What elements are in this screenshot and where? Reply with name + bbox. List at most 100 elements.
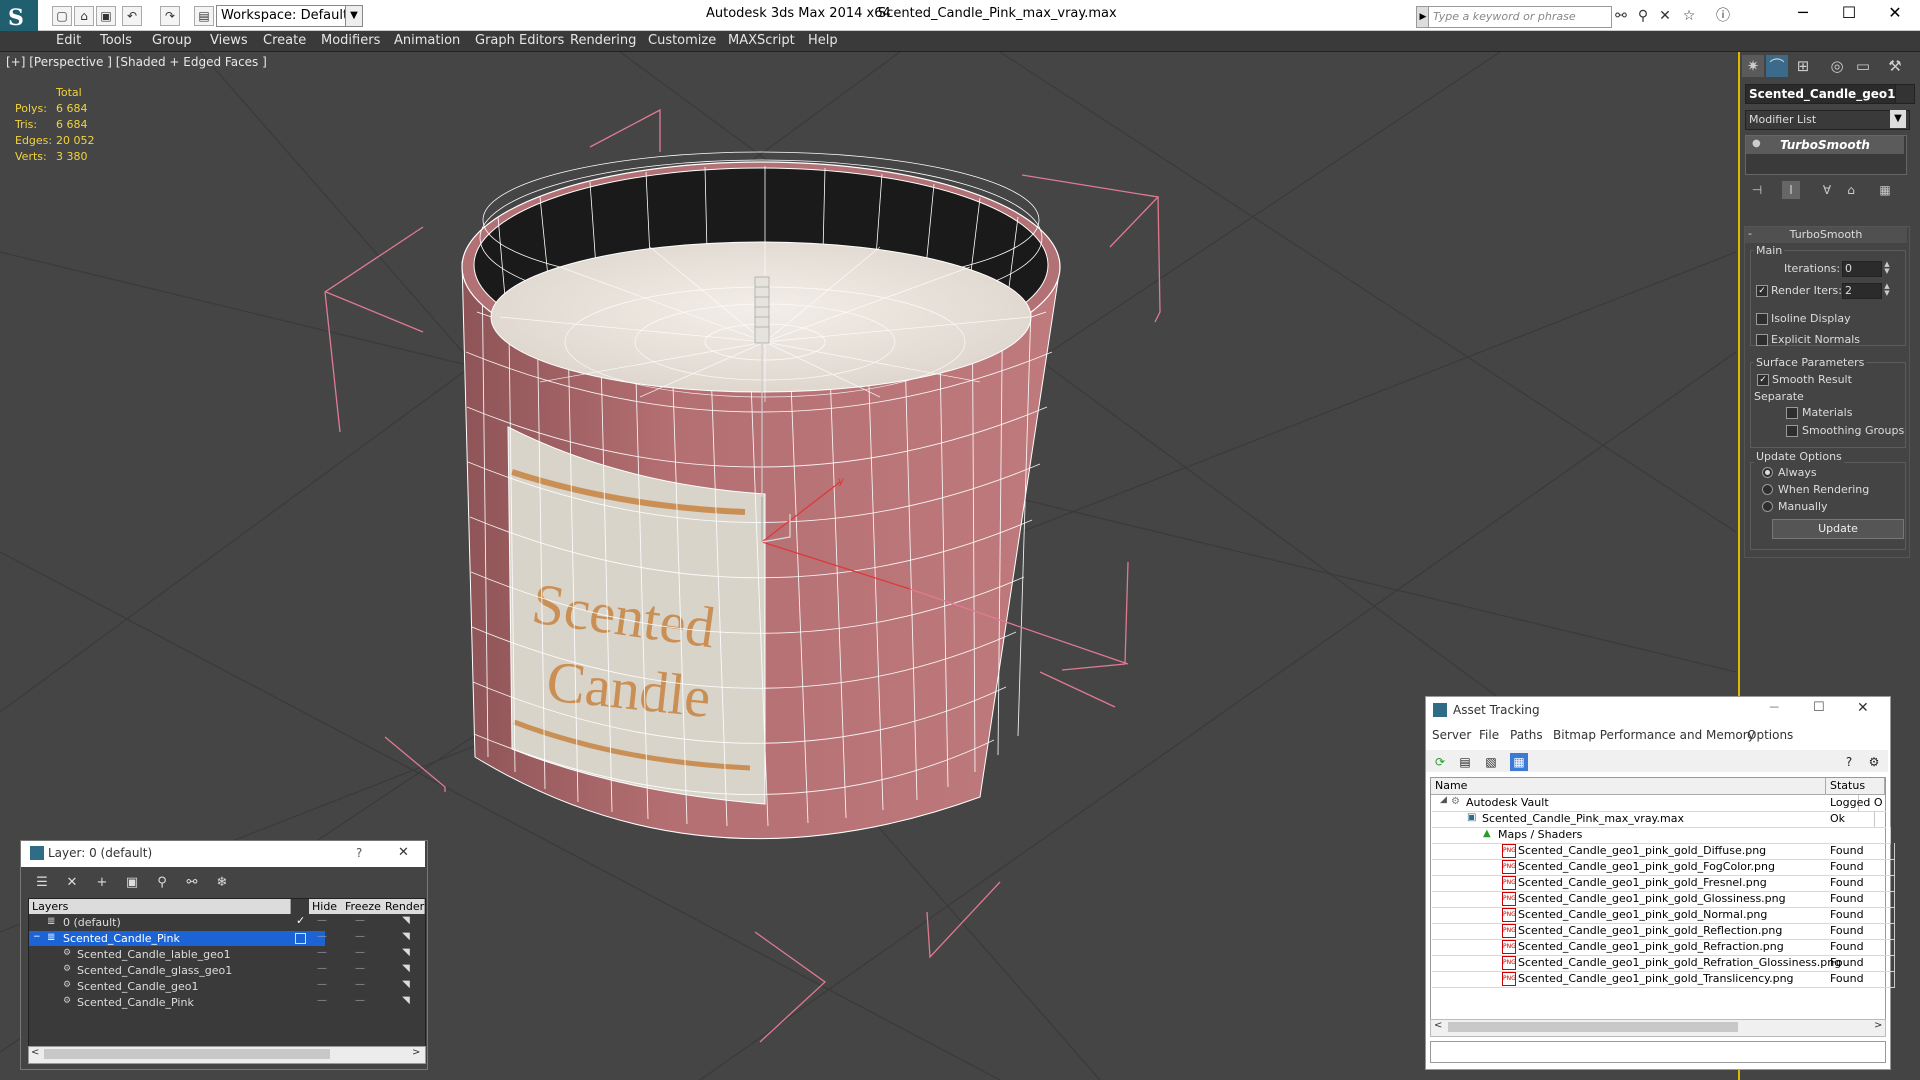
hide-toggle[interactable]: —	[316, 947, 328, 958]
smooth-result-checkbox[interactable]: ✓	[1757, 374, 1769, 386]
hide-toggle[interactable]: —	[316, 995, 328, 1006]
update-button[interactable]: Update	[1772, 519, 1904, 539]
hide-all-icon[interactable]: ⚯	[182, 873, 202, 893]
render-toggle-icon[interactable]: ◥	[400, 995, 412, 1006]
asset-row-maps-folder[interactable]: Maps / Shaders	[1432, 827, 1891, 844]
configure-sets-icon[interactable]: ▦	[1876, 181, 1894, 199]
freeze-toggle[interactable]: —	[354, 963, 366, 974]
object-row[interactable]: Scented_Candle_Pink	[29, 995, 339, 1010]
redo-icon[interactable]: ↷	[160, 6, 180, 26]
new-file-icon[interactable]: ▢	[52, 6, 72, 26]
modifier-list-dropdown[interactable]: Modifier List	[1745, 110, 1910, 130]
scrollbar-thumb[interactable]	[44, 1049, 330, 1059]
thumbnail-view-icon[interactable]: ▧	[1482, 753, 1500, 771]
render-toggle-icon[interactable]: ◥	[400, 963, 412, 974]
chevron-down-icon[interactable]: ▼	[345, 5, 363, 27]
col-freeze[interactable]: Freeze	[342, 899, 383, 914]
set-current-layer-icon[interactable]	[295, 933, 306, 944]
viewport-label[interactable]: [+] [Perspective ] [Shaded + Edged Faces…	[6, 55, 267, 69]
smoothing-groups-checkbox[interactable]	[1786, 425, 1798, 437]
menu-views[interactable]: Views	[210, 31, 248, 51]
render-toggle-icon[interactable]: ◥	[400, 979, 412, 990]
scroll-left-icon[interactable]: <	[1434, 1020, 1442, 1031]
make-unique-icon[interactable]: ∀	[1818, 181, 1836, 199]
scroll-right-icon[interactable]: >	[412, 1047, 420, 1058]
remove-modifier-icon[interactable]: ⌂	[1842, 181, 1860, 199]
collapse-icon[interactable]: -	[1748, 227, 1752, 240]
hide-toggle[interactable]: —	[316, 979, 328, 990]
object-row[interactable]: Scented_Candle_geo1	[29, 979, 339, 994]
render-iters-checkbox[interactable]: ✓	[1756, 285, 1768, 297]
collapse-icon[interactable]: ◢	[1440, 795, 1447, 805]
object-row[interactable]: Scented_Candle_glass_geo1	[29, 963, 339, 978]
layer-row-selected[interactable]: Scented_Candle_Pink	[29, 931, 325, 946]
maximize-button[interactable]: ☐	[1813, 700, 1825, 715]
object-row[interactable]: Scented_Candle_lable_geo1	[29, 947, 339, 962]
manually-radio[interactable]	[1762, 501, 1773, 512]
col-name[interactable]: Name	[1431, 778, 1826, 795]
show-end-result-icon[interactable]: I	[1782, 181, 1800, 199]
freeze-toggle[interactable]: —	[354, 915, 366, 926]
menu-modifiers[interactable]: Modifiers	[321, 31, 380, 51]
modify-tab-icon[interactable]: ⌒	[1766, 55, 1788, 77]
display-tab-icon[interactable]: ▭	[1852, 55, 1874, 77]
maximize-button[interactable]: ☐	[1826, 0, 1872, 28]
menu-graph-editors[interactable]: Graph Editors	[475, 31, 564, 51]
chevron-down-icon[interactable]: ▼	[1890, 110, 1906, 128]
materials-checkbox[interactable]	[1786, 407, 1798, 419]
layer-row[interactable]: 0 (default)	[29, 915, 325, 930]
utilities-tab-icon[interactable]: ⚒	[1884, 55, 1906, 77]
asset-row-vault[interactable]: Autodesk Vault	[1432, 795, 1859, 812]
iterations-spinner[interactable]: 0	[1842, 261, 1882, 277]
hide-toggle[interactable]: —	[316, 915, 328, 926]
menu-server[interactable]: Server	[1432, 728, 1471, 742]
favorites-star-icon[interactable]: ☆	[1680, 7, 1698, 25]
add-to-layer-icon[interactable]: +	[92, 873, 112, 893]
help-icon[interactable]: ?	[356, 846, 362, 860]
freeze-toggle[interactable]: —	[354, 979, 366, 990]
vault-settings-icon[interactable]: ⚙	[1865, 753, 1883, 771]
search-input[interactable]: Type a keyword or phrase	[1428, 6, 1612, 28]
open-file-icon[interactable]: ⌂	[74, 6, 94, 26]
close-icon[interactable]: ✕	[398, 845, 409, 860]
create-layer-icon[interactable]: ☰	[32, 873, 52, 893]
collapse-icon[interactable]: −	[33, 932, 41, 942]
isoline-display-checkbox[interactable]	[1756, 313, 1768, 325]
freeze-toggle[interactable]: —	[354, 947, 366, 958]
asset-row-max-file[interactable]: Scented_Candle_Pink_max_vray.max	[1432, 811, 1875, 828]
menu-animation[interactable]: Animation	[394, 31, 460, 51]
freeze-toggle[interactable]: —	[354, 995, 366, 1006]
col-hide[interactable]: Hide	[309, 899, 343, 914]
scroll-right-icon[interactable]: >	[1874, 1020, 1882, 1031]
menu-edit[interactable]: Edit	[56, 31, 81, 51]
object-name-field[interactable]: Scented_Candle_geo1	[1745, 84, 1898, 104]
render-toggle-icon[interactable]: ◥	[400, 915, 412, 926]
close-button[interactable]: ✕	[1857, 700, 1869, 716]
rollout-header[interactable]: TurboSmooth	[1745, 227, 1907, 243]
save-file-icon[interactable]: ▣	[96, 6, 116, 26]
menu-bitmap-performance[interactable]: Bitmap Performance and Memory	[1553, 728, 1755, 742]
binoculars-icon[interactable]: ⚯	[1612, 7, 1630, 25]
subscription-icon[interactable]: ⚲	[1634, 7, 1652, 25]
menu-rendering[interactable]: Rendering	[570, 31, 636, 51]
refresh-icon[interactable]: ⟳	[1431, 753, 1449, 771]
freeze-toggle[interactable]: —	[354, 931, 366, 942]
minimize-button[interactable]: ─	[1770, 700, 1778, 716]
col-render[interactable]: Render	[382, 899, 425, 914]
freeze-all-icon[interactable]: ❄	[212, 873, 232, 893]
highlight-layer-icon[interactable]: ⚲	[152, 873, 172, 893]
menu-paths[interactable]: Paths	[1510, 728, 1543, 742]
when-rendering-radio[interactable]	[1762, 484, 1773, 495]
table-view-icon[interactable]: ▦	[1510, 753, 1528, 771]
col-status[interactable]: Status	[1826, 778, 1885, 795]
communication-icon[interactable]: ✕	[1656, 7, 1674, 25]
hide-toggle[interactable]: —	[316, 963, 328, 974]
delete-layer-icon[interactable]: ✕	[62, 873, 82, 893]
select-objects-icon[interactable]: ▣	[122, 873, 142, 893]
menu-help[interactable]: Help	[808, 31, 838, 51]
help-icon[interactable]: ⓘ	[1714, 7, 1732, 25]
motion-tab-icon[interactable]: ◎	[1826, 55, 1848, 77]
lightbulb-icon[interactable]: ●	[1752, 138, 1761, 149]
minimize-button[interactable]: ─	[1780, 0, 1826, 28]
menu-options[interactable]: Options	[1747, 728, 1793, 742]
